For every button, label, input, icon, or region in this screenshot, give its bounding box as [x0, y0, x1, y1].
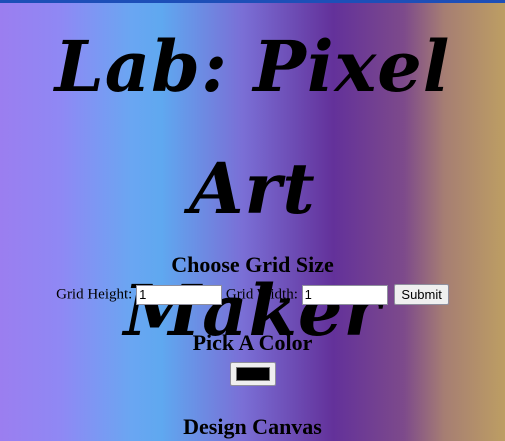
grid-height-label: Grid Height:	[56, 286, 133, 303]
grid-height-input[interactable]	[136, 284, 223, 305]
page-title: Lab: Pixel Art Maker	[0, 6, 505, 372]
grid-size-form: Grid Height: Grid Width: Submit	[0, 284, 505, 306]
color-picker-wrap	[0, 362, 505, 390]
top-accent-bar	[0, 0, 505, 3]
design-canvas-heading: Design Canvas	[183, 414, 322, 439]
color-swatch	[235, 367, 270, 381]
pick-color-heading: Pick A Color	[192, 330, 313, 355]
grid-width-input[interactable]	[301, 284, 388, 305]
grid-width-label: Grid Width:	[225, 286, 298, 303]
page-title-line-1: Lab: Pixel Art	[54, 25, 451, 230]
submit-button[interactable]: Submit	[394, 284, 449, 306]
grid-size-heading: Choose Grid Size	[171, 252, 334, 277]
color-picker[interactable]	[229, 362, 276, 386]
